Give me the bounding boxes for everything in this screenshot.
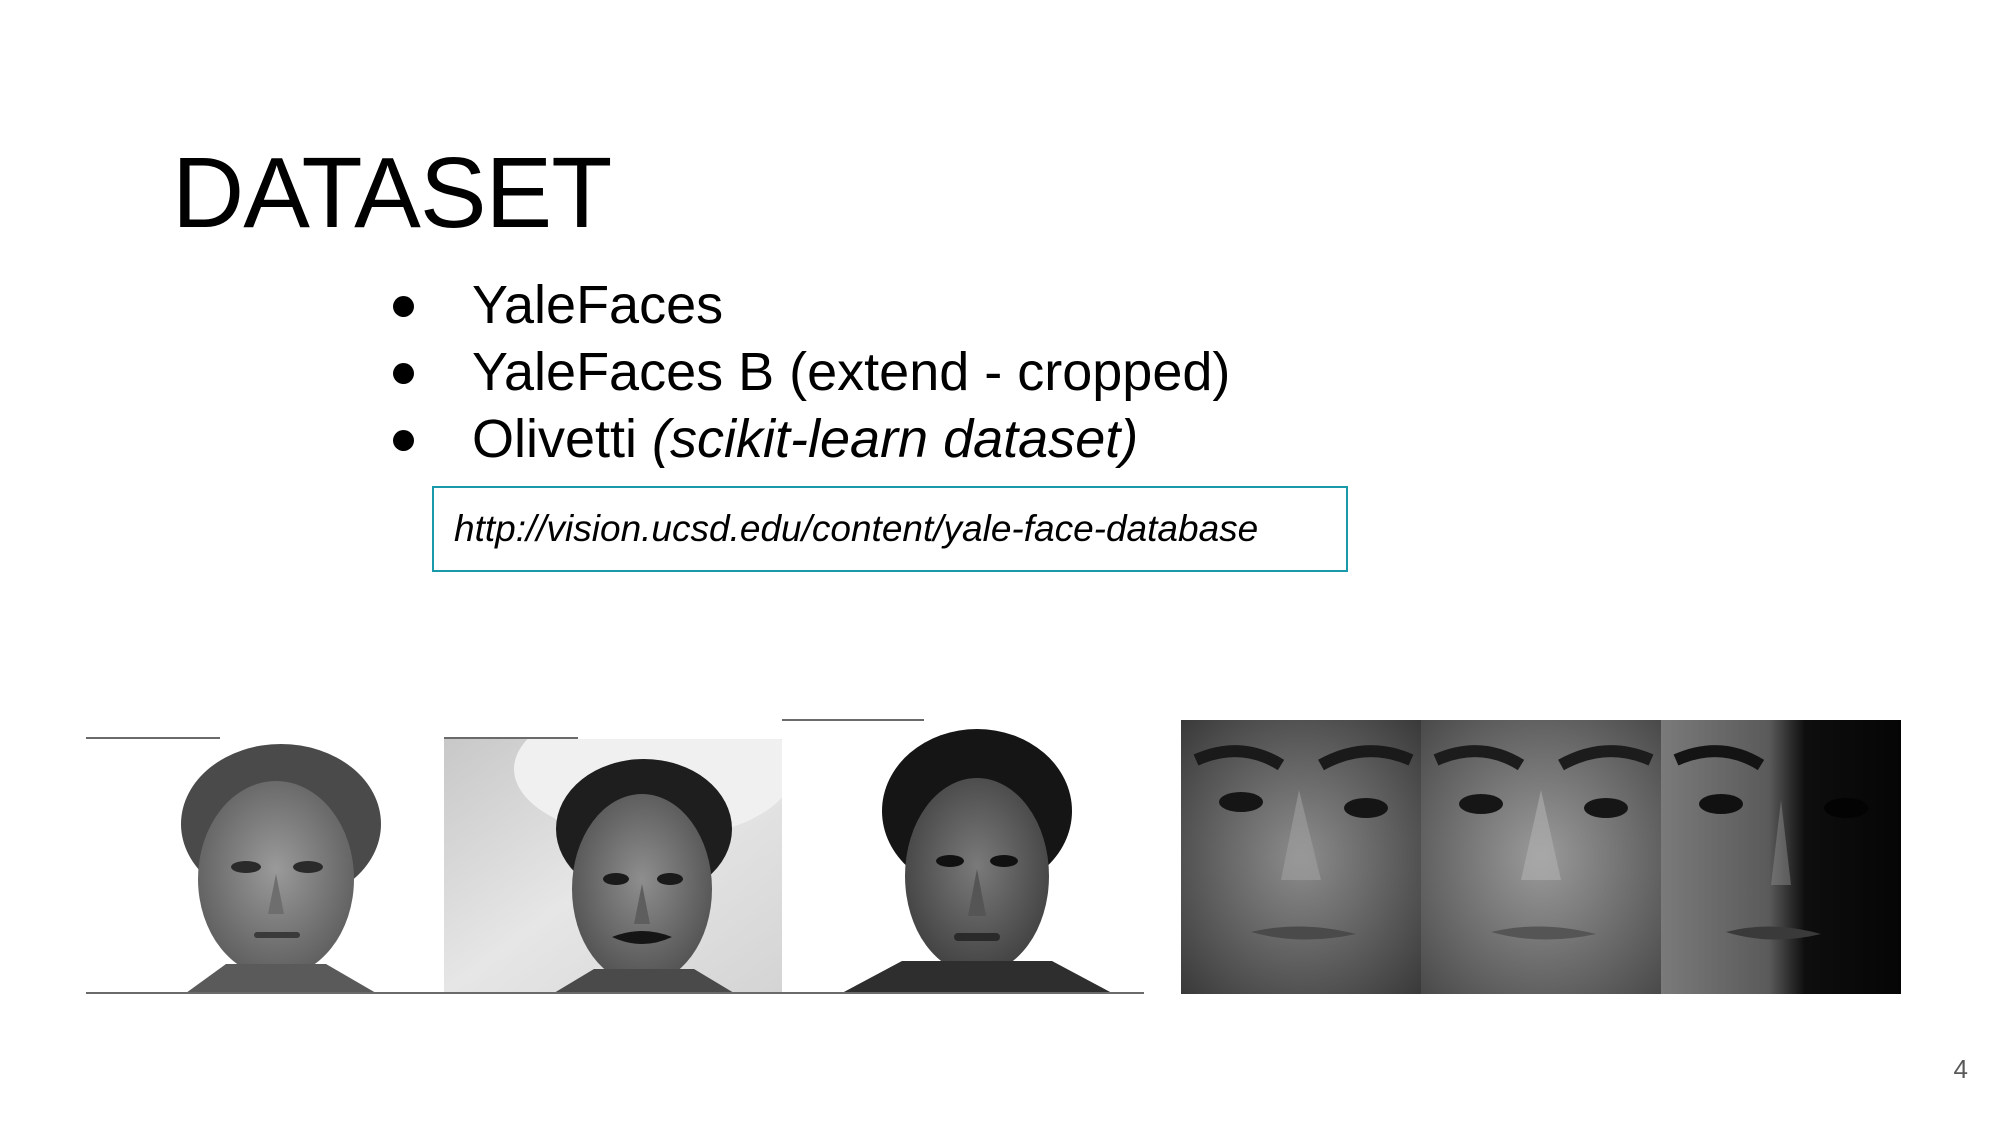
photo-bottom-rule [86,992,1144,994]
bullet-icon [393,296,414,317]
link-box[interactable]: http://vision.ucsd.edu/content/yale-face… [432,486,1348,572]
list-item-text: YaleFaces B (extend - cropped) [472,342,1231,402]
dataset-list: YaleFaces YaleFaces B (extend - cropped)… [385,272,1230,473]
slide: DATASET YaleFaces YaleFaces B (extend - … [0,0,2000,1125]
list-item: Olivetti (scikit-learn dataset) [385,406,1230,473]
list-item-text: YaleFaces [472,275,724,335]
list-item-italic-note: (scikit-learn dataset) [652,409,1139,469]
yale-face-photo-2 [444,739,782,993]
page-number: 4 [1953,1054,1968,1084]
yale-face-photo-1 [86,739,426,993]
bullet-icon [393,430,414,451]
dataset-link[interactable]: http://vision.ucsd.edu/content/yale-face… [454,508,1258,550]
slide-title: DATASET [172,137,612,249]
yale-face-photo-3 [782,721,1144,993]
list-item: YaleFaces B (extend - cropped) [385,339,1230,406]
bullet-icon [393,363,414,384]
list-item-text: Olivetti [472,409,653,469]
list-item: YaleFaces [385,272,1230,339]
yale-b-cropped-strip [1181,720,1901,994]
